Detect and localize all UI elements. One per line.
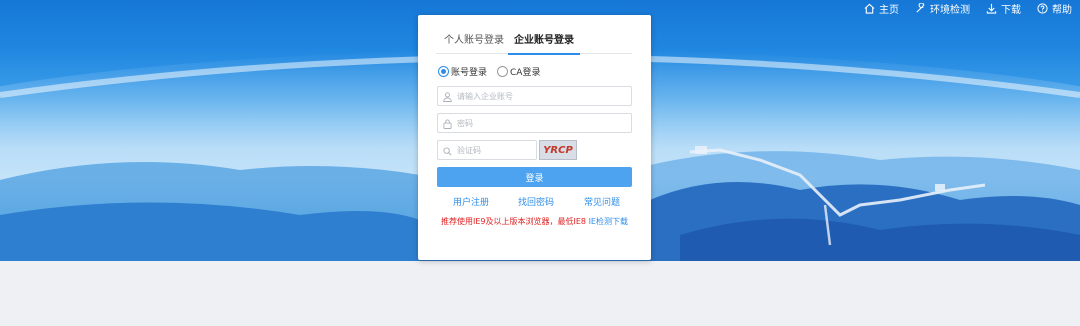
captcha-field (437, 140, 537, 160)
nav-environment-check[interactable]: 环境检测 (915, 1, 970, 16)
recover-password-link[interactable]: 找回密码 (518, 195, 554, 208)
browser-notice-text: 推荐使用IE9及以上版本浏览器，最低IE8 (441, 217, 587, 226)
captcha-image[interactable]: YRCP (539, 140, 577, 160)
nav-help-label: 帮助 (1052, 4, 1072, 16)
search-icon (443, 141, 452, 160)
radio-account-login[interactable]: 账号登录 (438, 65, 487, 78)
account-field (437, 86, 632, 106)
home-icon (864, 3, 875, 14)
browser-notice: 推荐使用IE9及以上版本浏览器，最低IE8 IE检测下载 (418, 216, 651, 227)
password-input[interactable] (457, 115, 631, 131)
help-icon (1037, 2, 1048, 14)
tab-personal-account[interactable]: 个人账号登录 (444, 34, 504, 54)
nav-home-label: 主页 (879, 4, 899, 16)
faq-link[interactable]: 常见问题 (584, 195, 620, 208)
nav-download[interactable]: 下载 (986, 1, 1021, 16)
user-icon (443, 87, 452, 106)
nav-environment-check-label: 环境检测 (930, 4, 970, 16)
nav-help[interactable]: 帮助 (1037, 1, 1072, 16)
login-button[interactable]: 登录 (437, 167, 632, 187)
radio-ca-login[interactable]: CA登录 (497, 65, 540, 78)
login-card: 个人账号登录 企业账号登录 账号登录 CA登录 YRCP 登录 用户注册 (418, 15, 651, 260)
page-footer-area (0, 261, 1080, 326)
radio-account-login-label: 账号登录 (451, 68, 488, 78)
account-input[interactable] (457, 88, 631, 104)
ie-check-download-link[interactable]: IE检测下载 (589, 217, 628, 226)
nav-home[interactable]: 主页 (864, 1, 899, 16)
login-method-radios: 账号登录 CA登录 (438, 65, 540, 78)
wrench-icon (915, 2, 926, 14)
login-tabs: 个人账号登录 企业账号登录 (436, 34, 632, 55)
radio-ca-login-label: CA登录 (510, 68, 541, 78)
top-navigation: 主页 环境检测 下载 帮助 (864, 0, 1072, 16)
lock-icon (443, 114, 452, 133)
tab-enterprise-account[interactable]: 企业账号登录 (508, 34, 580, 55)
password-field (437, 113, 632, 133)
radio-unselected-indicator (497, 66, 509, 77)
nav-download-label: 下载 (1001, 4, 1021, 16)
captcha-input[interactable] (457, 142, 536, 158)
radio-selected-indicator (438, 66, 449, 77)
download-icon (986, 3, 997, 14)
register-link[interactable]: 用户注册 (453, 195, 489, 208)
